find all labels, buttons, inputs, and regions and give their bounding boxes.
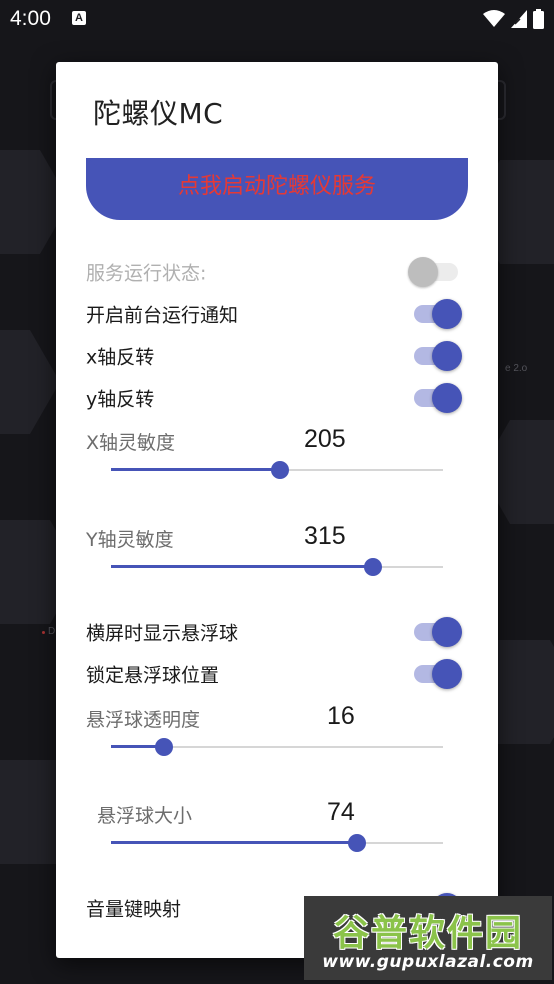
- float-ball-opacity-setting: 悬浮球透明度 16: [86, 702, 468, 775]
- switch-thumb: [432, 383, 462, 413]
- slider-label: 悬浮球透明度: [86, 709, 201, 731]
- slider-knob[interactable]: [271, 461, 290, 479]
- wifi-icon: [483, 10, 505, 27]
- site-watermark: 谷普软件园 www.gupuxlazal.com: [304, 896, 552, 980]
- start-service-button-label: 点我启动陀螺仪服务: [177, 174, 376, 199]
- x-sensitivity-setting: X轴灵敏度 205: [86, 425, 468, 498]
- slider-value: 205: [304, 425, 346, 453]
- toggle-label: y轴反转: [86, 388, 155, 411]
- switch-thumb: [432, 617, 462, 647]
- float-ball-size-slider[interactable]: [111, 831, 443, 855]
- switch-thumb: [408, 257, 438, 287]
- slider-fill: [111, 468, 281, 471]
- toggle-row-service-status: 服务运行状态:: [86, 252, 468, 292]
- toggle-row-show-float-ball: 横屏时显示悬浮球: [86, 612, 468, 652]
- background-text-fragment: D: [48, 626, 56, 637]
- settings-dialog: 陀螺仪MC 点我启动陀螺仪服务 服务运行状态: 开启前台运行通知 x轴反转 y轴…: [56, 62, 498, 958]
- battery-icon: [533, 9, 544, 29]
- switch-thumb: [432, 659, 462, 689]
- slider-label: Y轴灵敏度: [86, 529, 174, 551]
- show-float-ball-switch[interactable]: [412, 615, 462, 649]
- start-service-button[interactable]: 点我启动陀螺仪服务: [86, 158, 468, 220]
- y-axis-invert-switch[interactable]: [412, 381, 462, 415]
- slider-knob[interactable]: [347, 834, 366, 852]
- y-sensitivity-setting: Y轴灵敏度 315: [86, 522, 468, 595]
- slider-label: X轴灵敏度: [86, 432, 176, 454]
- toggle-row-lock-float-ball: 锁定悬浮球位置: [86, 654, 468, 694]
- slider-value: 16: [327, 702, 355, 730]
- slider-knob[interactable]: [364, 558, 383, 576]
- x-sensitivity-slider[interactable]: [111, 458, 443, 482]
- toggle-label: 开启前台运行通知: [86, 304, 239, 327]
- toggle-label: 音量键映射: [86, 898, 182, 921]
- toggle-row-x-axis-invert: x轴反转: [86, 336, 468, 376]
- background-dot: [42, 631, 45, 634]
- toggle-label: 服务运行状态:: [86, 262, 207, 285]
- status-bar: 4:00 A: [0, 0, 554, 38]
- toggle-row-foreground-notification: 开启前台运行通知: [86, 294, 468, 334]
- service-status-switch[interactable]: [408, 255, 462, 289]
- cellular-icon: [511, 10, 527, 28]
- slider-fill: [111, 565, 374, 568]
- watermark-title: 谷普软件园: [332, 913, 523, 954]
- foreground-notification-switch[interactable]: [412, 297, 462, 331]
- switch-thumb: [432, 299, 462, 329]
- app-notification-icon: A: [72, 11, 86, 25]
- slider-value: 74: [327, 798, 355, 826]
- float-ball-size-setting: 悬浮球大小 74: [86, 798, 468, 871]
- slider-fill: [111, 841, 357, 844]
- slider-value: 315: [304, 522, 346, 550]
- status-time: 4:00: [10, 7, 51, 30]
- dialog-title: 陀螺仪MC: [93, 97, 224, 130]
- toggle-label: 横屏时显示悬浮球: [86, 622, 239, 645]
- x-axis-invert-switch[interactable]: [412, 339, 462, 373]
- switch-thumb: [432, 341, 462, 371]
- background-text-fragment: e 2.o: [505, 363, 528, 374]
- slider-knob[interactable]: [155, 738, 174, 756]
- watermark-url: www.gupuxlazal.com: [322, 952, 534, 972]
- float-ball-opacity-slider[interactable]: [111, 735, 443, 759]
- lock-float-ball-switch[interactable]: [412, 657, 462, 691]
- slider-label: 悬浮球大小: [97, 805, 193, 827]
- toggle-row-y-axis-invert: y轴反转: [86, 378, 468, 418]
- y-sensitivity-slider[interactable]: [111, 555, 443, 579]
- status-icons: [483, 8, 544, 30]
- toggle-label: 锁定悬浮球位置: [86, 664, 220, 687]
- background-hexagon: [0, 330, 60, 434]
- toggle-label: x轴反转: [86, 346, 155, 369]
